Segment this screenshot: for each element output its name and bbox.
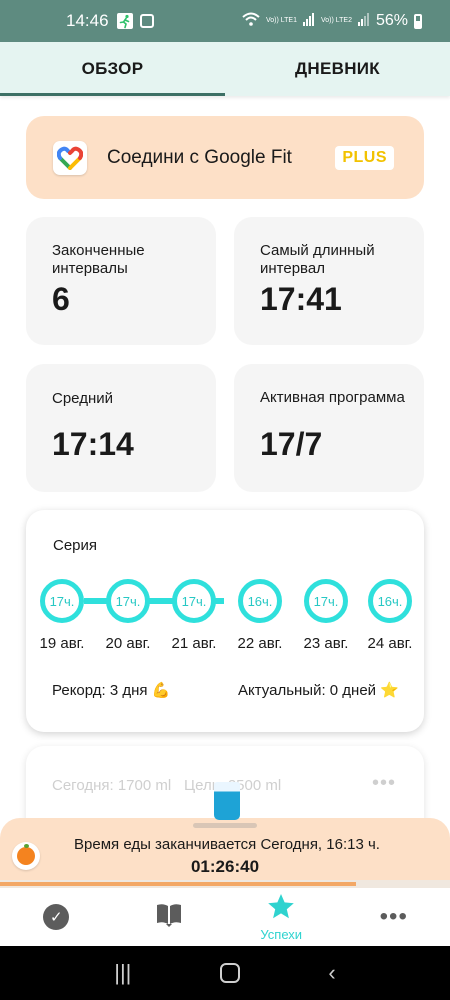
bottom-nav: ✓ Успехи ••• [0,888,450,946]
streak-card: Серия 17ч. 19 авг. 17ч. 20 авг. 17ч. 21 … [26,510,424,732]
streak-day: 17ч. 23 авг. [296,579,356,652]
streak-date: 24 авг. [367,635,413,652]
streak-day: 16ч. 24 авг. [360,579,420,652]
streak-ring: 16ч. [368,579,412,623]
network-lte2-label: Vo)) LTE2 [320,17,352,24]
stat-label: Активная программа [260,389,405,406]
nav-learn[interactable] [113,888,226,946]
book-icon [155,902,183,933]
water-today: Сегодня: 1700 ml [52,777,172,794]
wifi-icon [242,12,260,31]
streak-date: 22 авг. [237,635,283,652]
signal-icon [302,12,315,31]
streak-date: 23 авг. [303,635,349,652]
tab-diary[interactable]: ДНЕВНИК [225,42,450,96]
check-circle-icon: ✓ [43,904,70,930]
plus-badge: PLUS [335,145,394,170]
nav-timer[interactable]: ✓ [0,888,113,946]
signal-icon [357,12,370,31]
stat-value: 17:41 [260,281,342,317]
streak-title: Серия [53,537,98,554]
more-icon: ••• [379,903,408,930]
battery-percent: 56% [375,12,408,29]
stat-value: 17/7 [260,426,323,462]
back-icon[interactable]: ‹ [328,960,335,986]
star-icon [267,893,295,925]
nav-achievements[interactable]: Успехи [225,888,338,946]
timer-countdown: 01:26:40 [190,857,260,876]
streak-ring: 17ч. [40,579,84,623]
google-fit-text: Соедини с Google Fit [107,146,292,168]
recent-apps-icon[interactable]: ||| [114,960,131,986]
streak-day: 17ч. 20 авг. [98,579,158,652]
running-icon [116,13,133,29]
stat-label: Средний [52,390,113,407]
google-fit-connect-card[interactable]: Соедини с Google Fit PLUS [26,116,424,199]
stat-value: 6 [52,281,70,317]
status-time: 14:46 [66,11,109,30]
fasting-timer-banner[interactable]: Время еды заканчивается Сегодня, 16:13 ч… [0,818,450,888]
stat-longest-interval: Самый длинный интервал 17:41 [234,217,424,345]
stat-label: Самый длинный интервал [260,242,375,277]
home-icon[interactable] [219,963,240,983]
nav-achievements-label: Успехи [260,926,303,942]
streak-date: 20 авг. [105,635,151,652]
status-bar: 14:46 Vo)) LTE1 Vo)) LTE2 56% [0,0,450,42]
tab-bar: ОБЗОР ДНЕВНИК [0,42,450,96]
streak-ring: 17ч. [304,579,348,623]
tab-overview[interactable]: ОБЗОР [0,42,225,96]
streak-date: 19 авг. [39,635,85,652]
timer-progress-fill [0,882,356,886]
stat-active-program[interactable]: Активная программа 17/7 [234,364,424,492]
google-fit-logo-icon [53,140,87,175]
stat-average: Средний 17:14 [26,364,216,492]
streak-ring: 17ч. [172,579,216,623]
nav-more[interactable]: ••• [338,888,450,946]
battery-icon [414,13,422,29]
streak-ring: 16ч. [238,579,282,623]
streak-day: 17ч. 21 авг. [164,579,224,652]
more-icon[interactable]: ••• [372,772,396,795]
streak-day: 17ч. 19 авг. [32,579,92,652]
streak-date: 21 авг. [171,635,217,652]
timer-message: Время еды заканчивается Сегодня, 16:13 ч… [74,836,380,853]
streak-current: Актуальный: 0 дней ⭐ [238,682,399,699]
streak-ring: 17ч. [106,579,150,623]
water-glass-icon[interactable] [214,782,240,820]
stat-value: 17:14 [52,426,134,462]
stat-label: Законченные интервалы [52,242,145,277]
notification-icon [139,13,155,29]
timer-progress-bar [0,880,450,888]
network-lte1-label: Vo)) LTE1 [265,17,297,24]
streak-day: 16ч. 22 авг. [230,579,290,652]
drag-handle[interactable] [193,823,257,828]
system-nav-bar: ||| ‹ [0,946,450,1000]
streak-record: Рекорд: 3 дня 💪 [52,682,171,699]
stat-completed-intervals: Законченные интервалы 6 [26,217,216,345]
